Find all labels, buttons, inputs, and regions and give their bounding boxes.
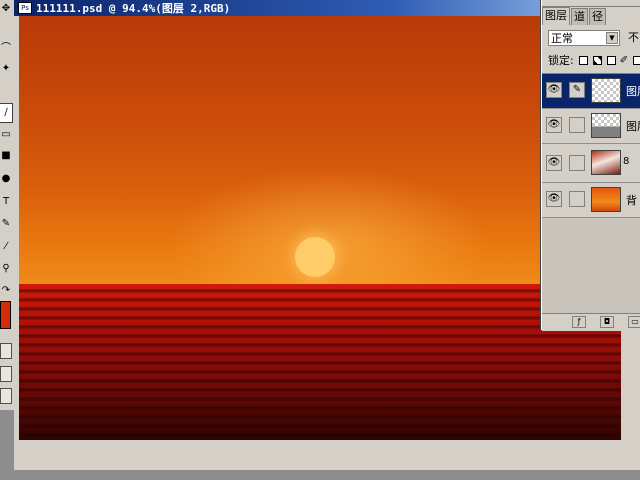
layer-thumbnail: [591, 187, 621, 212]
toolbox: ✥ ⌒ ✦ ∕ ▭ ■ ● T ✎ ⁄ ⚲ ↷: [0, 0, 15, 410]
photoshop-document-icon: Ps: [18, 2, 32, 14]
palette-titlebar[interactable]: [542, 0, 640, 7]
lock-row: 锁定: ✐: [548, 52, 640, 68]
chain-link-icon[interactable]: 8: [623, 156, 629, 167]
brush-icon[interactable]: ✎: [569, 82, 585, 98]
lock-transparency-checkbox[interactable]: [578, 55, 588, 65]
eye-icon[interactable]: 👁: [546, 191, 562, 207]
layer-name: 图层: [626, 85, 640, 98]
layer-list: 👁 ✎ 图层 👁 图层 👁 8 👁 背: [542, 73, 640, 314]
link-box[interactable]: [569, 155, 585, 171]
link-box[interactable]: [569, 191, 585, 207]
eye-icon[interactable]: 👁: [546, 117, 562, 133]
tab-channels[interactable]: 道: [571, 8, 588, 25]
tab-paths[interactable]: 径: [589, 8, 606, 25]
sea-waves: [19, 284, 621, 440]
blend-mode-select[interactable]: 正常 ▼: [548, 30, 620, 46]
layer-thumbnail: [591, 113, 621, 138]
blend-mode-value: 正常: [551, 32, 573, 45]
image-canvas[interactable]: [19, 16, 621, 440]
chevron-down-icon[interactable]: ▼: [606, 32, 618, 44]
add-mask-icon[interactable]: ◘: [600, 316, 614, 328]
layer-name: 背: [626, 194, 637, 207]
lock-pixels-checkbox[interactable]: [592, 55, 602, 65]
magic-wand-tool-icon[interactable]: ✦: [0, 60, 12, 78]
lock-label: 锁定:: [548, 54, 574, 67]
gradient-tool-icon[interactable]: ■: [0, 147, 12, 165]
horizontal-scrollbar[interactable]: [14, 440, 624, 470]
move-tool-icon[interactable]: ✥: [0, 0, 12, 18]
opacity-label: 不: [628, 31, 639, 44]
pen-tool-icon[interactable]: ✎: [0, 215, 12, 233]
layer-row[interactable]: 👁 背: [542, 183, 640, 218]
layer-row[interactable]: 👁 ✎ 图层: [542, 74, 640, 109]
layer-row[interactable]: 👁 8: [542, 144, 640, 183]
eyedropper-tool-icon[interactable]: ⁄: [0, 238, 12, 256]
lock-brush-icon: ✐: [619, 54, 629, 66]
layer-name: 图层: [626, 120, 640, 133]
brush-tool-icon[interactable]: ∕: [0, 103, 13, 123]
eye-icon[interactable]: 👁: [546, 155, 562, 171]
palette-tabs: 图层 道 径: [542, 7, 640, 25]
layers-palette: 图层 道 径 正常 ▼ 不 锁定: ✐ 👁 ✎ 图层 👁 图层 👁: [541, 0, 640, 331]
zoom-tool-icon[interactable]: ⚲: [0, 260, 12, 278]
document-title: 111111.psd @ 94.4%(图层 2,RGB): [36, 2, 231, 15]
tab-layers[interactable]: 图层: [542, 7, 570, 25]
screen-mode-button[interactable]: [0, 366, 12, 382]
quick-mask-button[interactable]: [0, 343, 12, 359]
dodge-tool-icon[interactable]: ●: [0, 170, 12, 188]
lock-position-checkbox[interactable]: [606, 55, 616, 65]
lasso-tool-icon[interactable]: ⌒: [0, 40, 12, 58]
link-box[interactable]: [569, 117, 585, 133]
foreground-color-swatch[interactable]: [0, 301, 11, 329]
new-set-icon[interactable]: ▭: [628, 316, 640, 328]
sun: [295, 237, 335, 277]
layer-thumbnail: [591, 78, 621, 103]
layer-style-icon[interactable]: ƒ: [572, 316, 586, 328]
eye-icon[interactable]: 👁: [546, 82, 562, 98]
eraser-tool-icon[interactable]: ▭: [0, 126, 12, 144]
lock-all-checkbox[interactable]: [633, 55, 640, 65]
layer-row[interactable]: 👁 图层: [542, 109, 640, 144]
palette-bottom-bar: ƒ ◘ ▭: [542, 313, 640, 331]
swap-colors-icon[interactable]: ↷: [0, 282, 12, 300]
layer-mask-thumbnail: [591, 150, 621, 175]
type-tool-icon[interactable]: T: [0, 193, 12, 211]
jump-to-button[interactable]: [0, 388, 12, 404]
